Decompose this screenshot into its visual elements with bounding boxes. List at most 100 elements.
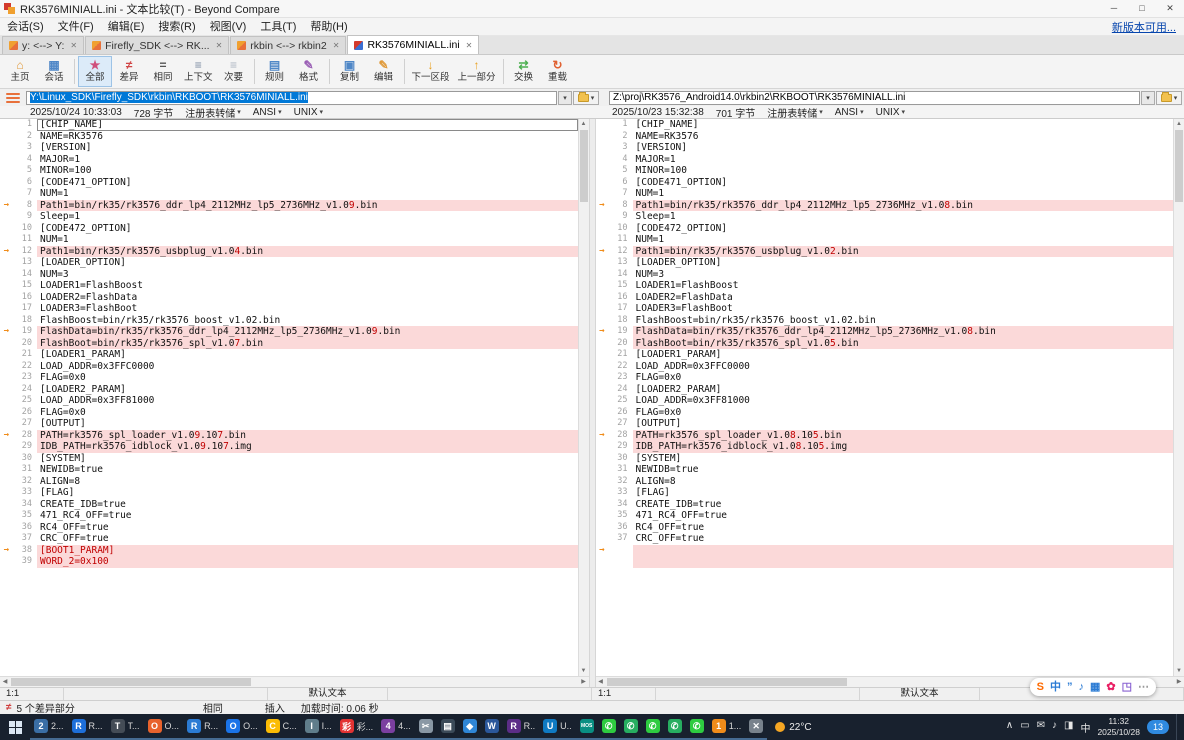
taskbar-app-button[interactable]: TT... (107, 714, 144, 740)
line-text[interactable]: LOADER3=FlashBoot (37, 303, 578, 315)
taskbar-app-button[interactable]: ✆ (686, 714, 708, 740)
format-button[interactable]: ✎ 格式 (292, 56, 326, 87)
line-text[interactable]: [SYSTEM] (633, 453, 1174, 465)
title-bar[interactable]: RK3576MINIALL.ini - 文本比较(T) - Beyond Com… (0, 0, 1184, 18)
line-text[interactable]: PATH=rk3576_spl_loader_v1.09.107.bin (37, 430, 578, 442)
code-line[interactable]: 16LOADER2=FlashData (596, 292, 1174, 304)
line-text[interactable]: FLAG=0x0 (37, 372, 578, 384)
code-line[interactable]: 39WORD_2=0x100 (0, 556, 578, 568)
notification-badge[interactable]: 13 (1147, 720, 1169, 734)
line-text[interactable]: [LOADER2_PARAM] (37, 384, 578, 396)
line-text[interactable]: CREATE_IDB=true (633, 499, 1174, 511)
tray-icon[interactable]: 中 (1080, 720, 1090, 735)
line-text[interactable]: Path1=bin/rk35/rk3576_ddr_lp4_2112MHz_lp… (633, 200, 1174, 212)
tab-close-icon[interactable]: ✕ (214, 41, 223, 50)
code-line[interactable]: 1[CHIP_NAME] (596, 119, 1174, 131)
right-code-area[interactable]: 1[CHIP_NAME]2NAME=RK35763[VERSION]4MAJOR… (596, 119, 1174, 676)
left-horizontal-scrollbar[interactable]: ◀ ▶ (0, 676, 589, 687)
code-line[interactable]: 9Sleep=1 (596, 211, 1174, 223)
diff-section-arrow-icon[interactable]: → (0, 326, 13, 338)
code-line[interactable]: 24[LOADER2_PARAM] (596, 384, 1174, 396)
code-line[interactable]: 14NUM=3 (596, 269, 1174, 281)
code-line[interactable]: 27[OUTPUT] (0, 418, 578, 430)
line-text[interactable]: [SYSTEM] (37, 453, 578, 465)
right-path-dropdown[interactable]: ▾ (1141, 91, 1155, 105)
code-line[interactable]: 23FLAG=0x0 (0, 372, 578, 384)
code-line[interactable]: 6[CODE471_OPTION] (0, 177, 578, 189)
code-line[interactable]: 18FlashBoost=bin/rk35/rk3576_boost_v1.02… (0, 315, 578, 327)
taskbar-app-button[interactable]: ✆ (598, 714, 620, 740)
code-line[interactable]: 11NUM=1 (596, 234, 1174, 246)
line-text[interactable]: Path1=bin/rk35/rk3576_usbplug_v1.02.bin (633, 246, 1174, 258)
minimize-button[interactable]: ─ (1100, 0, 1128, 18)
line-text[interactable]: [LOADER2_PARAM] (633, 384, 1174, 396)
taskbar-app-button[interactable]: MOS (576, 714, 598, 740)
taskbar-app-button[interactable]: ✆ (620, 714, 642, 740)
scroll-down-icon[interactable]: ▼ (579, 666, 589, 676)
ime-toolbar-icon[interactable]: S (1037, 678, 1044, 696)
code-line[interactable]: 2NAME=RK3576 (0, 131, 578, 143)
menu-tools[interactable]: 工具(T) (253, 18, 303, 36)
line-text[interactable]: NUM=1 (633, 188, 1174, 200)
ime-toolbar-icon[interactable]: 中 (1050, 678, 1061, 696)
code-line[interactable]: 37CRC_OFF=true (596, 533, 1174, 545)
diff-section-arrow-icon[interactable]: → (596, 545, 609, 557)
update-available-link[interactable]: 新版本可用... (1112, 19, 1176, 35)
taskbar-app-button[interactable]: OO... (144, 714, 184, 740)
code-line[interactable]: →28PATH=rk3576_spl_loader_v1.08.105.bin (596, 430, 1174, 442)
line-text[interactable]: FlashBoot=bin/rk35/rk3576_spl_v1.07.bin (37, 338, 578, 350)
left-browse-button[interactable]: ▾ (573, 91, 599, 105)
minor-button[interactable]: ≡ 次要 (217, 56, 251, 87)
code-line[interactable]: 18FlashBoost=bin/rk35/rk3576_boost_v1.02… (596, 315, 1174, 327)
taskbar-app-button[interactable]: RR... (68, 714, 107, 740)
diff-section-arrow-icon[interactable]: → (0, 430, 13, 442)
line-text[interactable]: [FLAG] (37, 487, 578, 499)
scrollbar-thumb[interactable] (607, 678, 847, 686)
code-line[interactable]: 29IDB_PATH=rk3576_idblock_v1.08.105.img (596, 441, 1174, 453)
tab-close-icon[interactable]: ✕ (68, 41, 77, 50)
encoding-dropdown[interactable]: ANSI▾ (253, 107, 282, 118)
ime-toolbar-icon[interactable]: ⋯ (1138, 678, 1149, 696)
taskbar-app-button[interactable]: RR.. (503, 714, 540, 740)
line-text[interactable]: MAJOR=1 (633, 154, 1174, 166)
line-text[interactable]: 471_RC4_OFF=true (633, 510, 1174, 522)
line-text[interactable]: WORD_2=0x100 (37, 556, 578, 568)
code-line[interactable]: 3[VERSION] (0, 142, 578, 154)
taskbar-app-button[interactable]: CC... (262, 714, 301, 740)
scroll-right-icon[interactable]: ▶ (579, 677, 589, 687)
session-tab-text-compare[interactable]: RK3576MINIALL.ini ✕ (347, 35, 479, 54)
home-button[interactable]: ⌂ 主页 (3, 56, 37, 87)
taskbar-app-button[interactable]: 44... (377, 714, 415, 740)
line-text[interactable]: LOADER1=FlashBoost (37, 280, 578, 292)
ime-toolbar-icon[interactable]: ” (1067, 678, 1073, 696)
code-line[interactable]: 7NUM=1 (596, 188, 1174, 200)
taskbar-weather[interactable]: 22°C (767, 722, 819, 733)
line-text[interactable]: NEWIDB=true (37, 464, 578, 476)
right-vertical-scrollbar[interactable]: ▲ ▼ (1173, 119, 1184, 676)
code-line[interactable]: 16LOADER2=FlashData (0, 292, 578, 304)
pane-divider[interactable] (589, 119, 596, 687)
format-dropdown[interactable]: 注册表转储▾ (185, 106, 241, 118)
tray-icon[interactable]: ▭ (1020, 720, 1029, 735)
taskbar-clock[interactable]: 11:32 2025/10/28 (1097, 716, 1140, 737)
rules-button[interactable]: ▤ 规则 (258, 56, 292, 87)
code-line[interactable]: 14NUM=3 (0, 269, 578, 281)
code-line[interactable]: 31NEWIDB=true (0, 464, 578, 476)
line-text[interactable]: Sleep=1 (633, 211, 1174, 223)
line-text[interactable]: LOAD_ADDR=0x3FF81000 (633, 395, 1174, 407)
scrollbar-thumb[interactable] (1175, 130, 1183, 202)
code-line[interactable]: 11NUM=1 (0, 234, 578, 246)
code-line[interactable]: →38[BOOT1_PARAM] (0, 545, 578, 557)
menu-help[interactable]: 帮助(H) (303, 18, 354, 36)
line-text[interactable]: MAJOR=1 (37, 154, 578, 166)
line-text[interactable]: MINOR=100 (633, 165, 1174, 177)
line-text[interactable]: [CODE472_OPTION] (633, 223, 1174, 235)
code-line[interactable]: 9Sleep=1 (0, 211, 578, 223)
taskbar-app-button[interactable]: UU.. (539, 714, 576, 740)
line-ending-dropdown[interactable]: UNIX▾ (876, 107, 905, 118)
line-text[interactable]: ALIGN=8 (633, 476, 1174, 488)
code-line[interactable]: 5MINOR=100 (0, 165, 578, 177)
line-text[interactable]: LOAD_ADDR=0x3FF81000 (37, 395, 578, 407)
left-code-area[interactable]: 1[CHIP_NAME]2NAME=RK35763[VERSION]4MAJOR… (0, 119, 578, 676)
line-text[interactable]: [CODE471_OPTION] (633, 177, 1174, 189)
